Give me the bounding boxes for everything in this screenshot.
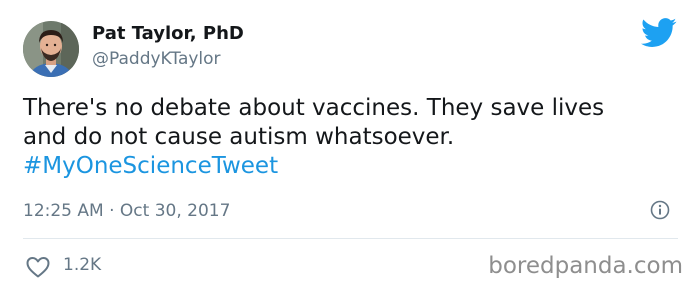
avatar[interactable] [23,21,79,77]
avatar-photo [23,21,79,77]
tweet-card: Pat Taylor, PhD @PaddyKTaylor There's no… [0,0,700,290]
tweet-text-line: There's no debate about vaccines. They s… [23,95,605,121]
twitter-bird-icon[interactable] [641,18,677,48]
like-count: 1.2K [63,255,102,275]
watermark: boredpanda.com [488,253,683,279]
tweet-text-line: and do not cause autism whatsoever. [23,124,455,150]
author-handle[interactable]: @PaddyKTaylor [92,49,221,69]
tweet-timestamp[interactable]: 12:25 AM · Oct 30, 2017 [23,201,230,221]
hashtag-link[interactable]: #MyOneScienceTweet [23,152,683,181]
heart-icon[interactable] [25,255,51,279]
tweet-text: There's no debate about vaccines. They s… [23,94,683,181]
divider [23,238,678,239]
info-icon[interactable] [650,200,670,220]
author-display-name[interactable]: Pat Taylor, PhD [92,23,244,44]
